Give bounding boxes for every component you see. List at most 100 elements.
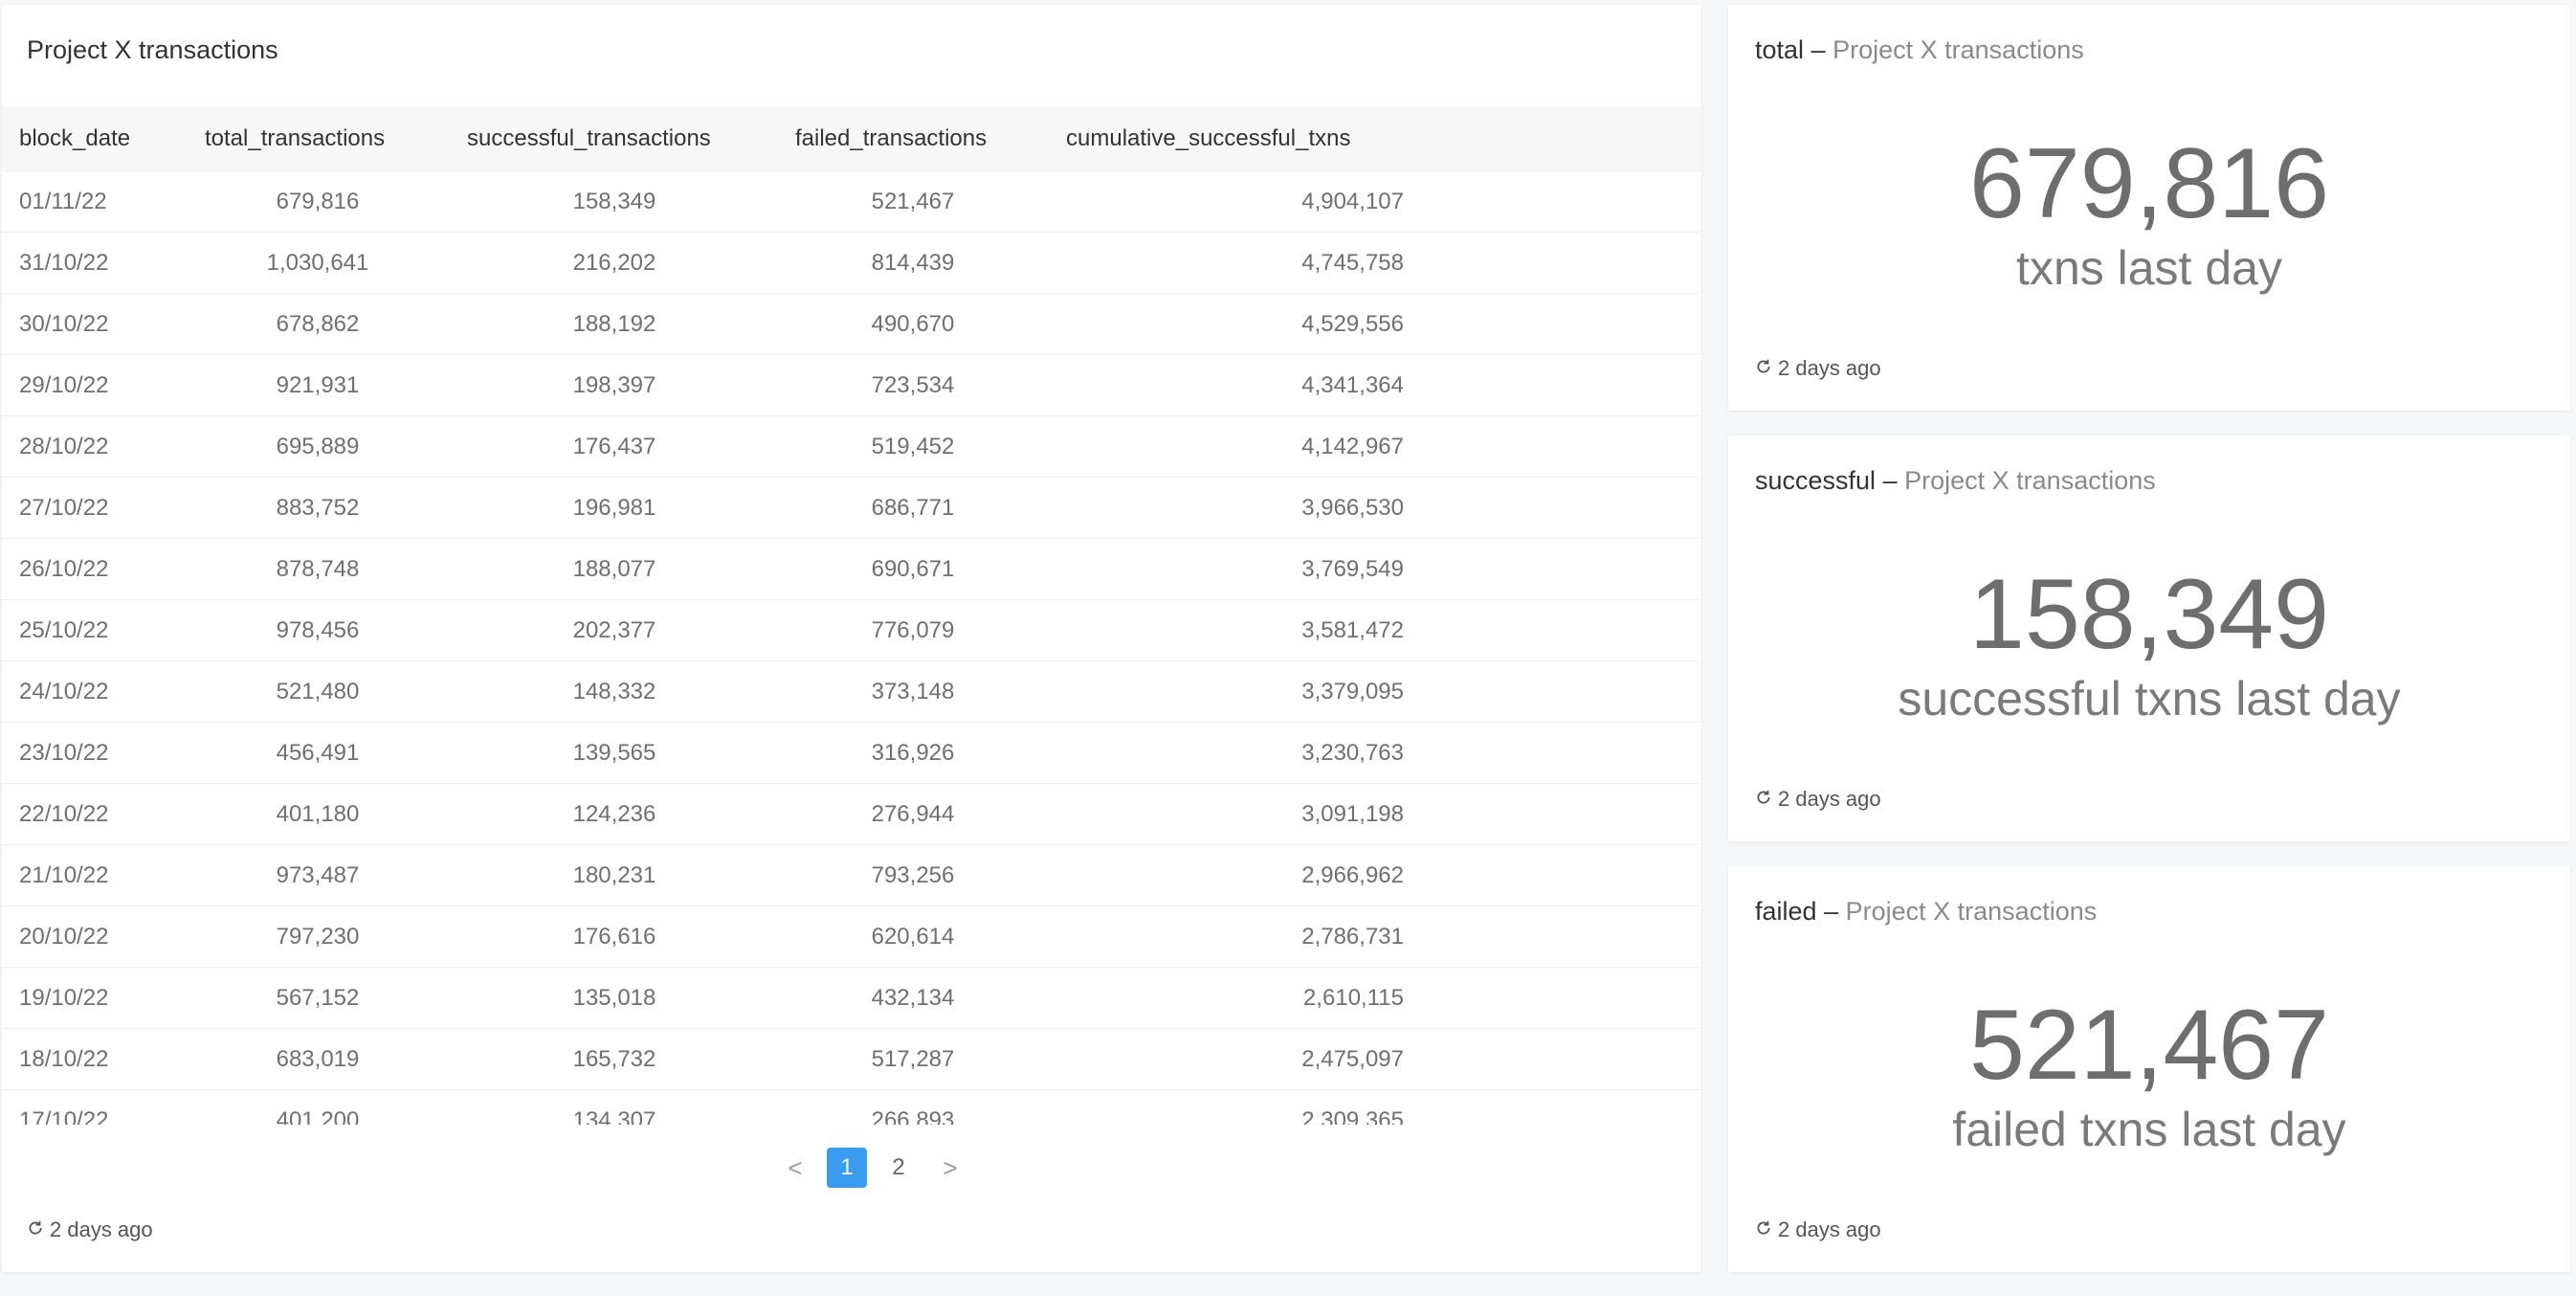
table-cell: 188,192 xyxy=(572,311,656,337)
column-header-failed-transactions[interactable]: failed_transactions xyxy=(795,125,987,152)
table-cell: 23/10/22 xyxy=(19,740,109,766)
refresh-status[interactable]: 2 days ago xyxy=(27,1218,153,1242)
prev-page-button[interactable]: < xyxy=(775,1148,815,1188)
table-cell: 2,309,365 xyxy=(1301,1107,1404,1125)
table-cell: 814,439 xyxy=(871,250,955,276)
table-widget: Project X transactions block_date total_… xyxy=(2,5,1701,1272)
table-cell: 686,771 xyxy=(871,495,955,521)
refresh-icon xyxy=(1755,1218,1772,1242)
refresh-time: 2 days ago xyxy=(1778,787,1881,811)
table-cell: 4,529,556 xyxy=(1301,311,1404,337)
table-cell: 196,981 xyxy=(572,495,656,521)
refresh-time: 2 days ago xyxy=(1778,356,1881,380)
column-header-total-transactions[interactable]: total_transactions xyxy=(205,125,385,152)
table-cell: 29/10/22 xyxy=(19,372,109,398)
table-cell: 456,491 xyxy=(276,740,360,766)
refresh-status[interactable]: 2 days ago xyxy=(1755,787,1881,812)
table-cell: 678,862 xyxy=(276,311,360,337)
table-cell: 176,616 xyxy=(572,924,656,950)
counter-title: failed – Project X transactions xyxy=(1755,897,2097,927)
table-cell: 01/11/22 xyxy=(19,189,107,214)
column-header-block-date[interactable]: block_date xyxy=(19,125,130,152)
table-cell: 22/10/22 xyxy=(19,801,109,827)
table-cell: 2,475,097 xyxy=(1301,1046,1404,1072)
table-row: 28/10/22 695,889 176,437 519,452 4,142,967 xyxy=(2,416,1701,478)
table-cell: 24/10/22 xyxy=(19,679,109,704)
counter-name: failed xyxy=(1755,897,1817,926)
table-cell: 20/10/22 xyxy=(19,924,109,950)
table-cell: 793,256 xyxy=(871,862,955,888)
pagination: < 1 2 > xyxy=(775,1148,970,1188)
counter-name: successful xyxy=(1755,466,1876,495)
refresh-status[interactable]: 2 days ago xyxy=(1755,356,1881,381)
table-cell: 276,944 xyxy=(871,801,955,827)
table-cell: 776,079 xyxy=(871,617,955,643)
table-cell: 978,456 xyxy=(276,617,360,643)
table-cell: 21/10/22 xyxy=(19,862,109,888)
title-separator: – xyxy=(1882,466,1898,495)
table-cell: 158,349 xyxy=(572,189,656,214)
column-header-cumulative-successful-txns[interactable]: cumulative_successful_txns xyxy=(1066,125,1350,152)
table-cell: 4,341,364 xyxy=(1301,372,1404,398)
column-header-successful-transactions[interactable]: successful_transactions xyxy=(467,125,711,152)
table-cell: 124,236 xyxy=(572,801,656,827)
table-cell: 3,091,198 xyxy=(1301,801,1404,827)
table-cell: 3,230,763 xyxy=(1301,740,1404,766)
table-cell: 180,231 xyxy=(572,862,656,888)
counter-subtitle: Project X transactions xyxy=(1904,466,2156,495)
table-cell: 17/10/22 xyxy=(19,1107,109,1125)
page-1-button[interactable]: 1 xyxy=(827,1148,867,1188)
table-cell: 28/10/22 xyxy=(19,434,109,459)
refresh-status[interactable]: 2 days ago xyxy=(1755,1218,1881,1242)
table-cell: 695,889 xyxy=(276,434,360,459)
table-cell: 3,769,549 xyxy=(1301,556,1404,582)
table-cell: 165,732 xyxy=(572,1046,656,1072)
table-cell: 31/10/22 xyxy=(19,250,109,276)
table-cell: 683,019 xyxy=(276,1046,360,1072)
table-cell: 4,745,758 xyxy=(1301,250,1404,276)
page-2-button[interactable]: 2 xyxy=(878,1148,919,1188)
table-cell: 2,786,731 xyxy=(1301,924,1404,950)
counter-widget-successful: successful – Project X transactions 158,… xyxy=(1728,436,2570,841)
table-row: 17/10/22 401,200 134,307 266,893 2,309,365 xyxy=(2,1090,1701,1125)
table-cell: 2,610,115 xyxy=(1303,985,1404,1011)
table-cell: 188,077 xyxy=(572,556,656,582)
widget-title: Project X transactions xyxy=(27,35,278,64)
data-table: block_date total_transactions successful… xyxy=(2,106,1701,1125)
table-cell: 26/10/22 xyxy=(19,556,109,582)
table-cell: 973,487 xyxy=(276,862,360,888)
next-page-button[interactable]: > xyxy=(930,1148,970,1188)
table-cell: 620,614 xyxy=(871,924,955,950)
table-cell: 216,202 xyxy=(572,250,656,276)
table-row: 01/11/22 679,816 158,349 521,467 4,904,107 xyxy=(2,171,1701,233)
table-cell: 202,377 xyxy=(572,617,656,643)
refresh-time: 2 days ago xyxy=(1778,1218,1881,1241)
counter-subtitle: Project X transactions xyxy=(1845,897,2098,926)
counter-label: successful txns last day xyxy=(1898,672,2401,726)
table-row: 25/10/22 978,456 202,377 776,079 3,581,472 xyxy=(2,600,1701,661)
table-row: 18/10/22 683,019 165,732 517,287 2,475,097 xyxy=(2,1029,1701,1090)
table-cell: 25/10/22 xyxy=(19,617,109,643)
table-cell: 3,966,530 xyxy=(1301,495,1404,521)
table-cell: 723,534 xyxy=(871,372,955,398)
counter-value: 521,467 xyxy=(1969,990,2329,1101)
table-row: 24/10/22 521,480 148,332 373,148 3,379,095 xyxy=(2,661,1701,723)
table-cell: 521,467 xyxy=(871,189,955,214)
table-cell: 1,030,641 xyxy=(266,250,369,276)
table-cell: 401,180 xyxy=(276,801,360,827)
refresh-icon xyxy=(1755,787,1772,812)
table-cell: 27/10/22 xyxy=(19,495,109,521)
table-cell: 316,926 xyxy=(871,740,955,766)
table-cell: 148,332 xyxy=(572,679,656,704)
counter-label: txns last day xyxy=(2016,241,2282,295)
table-cell: 797,230 xyxy=(276,924,360,950)
table-cell: 4,904,107 xyxy=(1301,189,1404,214)
table-cell: 266,893 xyxy=(871,1107,955,1125)
table-row: 20/10/22 797,230 176,616 620,614 2,786,731 xyxy=(2,906,1701,968)
table-cell: 432,134 xyxy=(871,985,955,1011)
table-cell: 134,307 xyxy=(572,1107,656,1125)
table-cell: 517,287 xyxy=(871,1046,955,1072)
table-cell: 2,966,962 xyxy=(1301,862,1404,888)
table-cell: 3,379,095 xyxy=(1301,679,1404,704)
table-cell: 521,480 xyxy=(276,679,360,704)
